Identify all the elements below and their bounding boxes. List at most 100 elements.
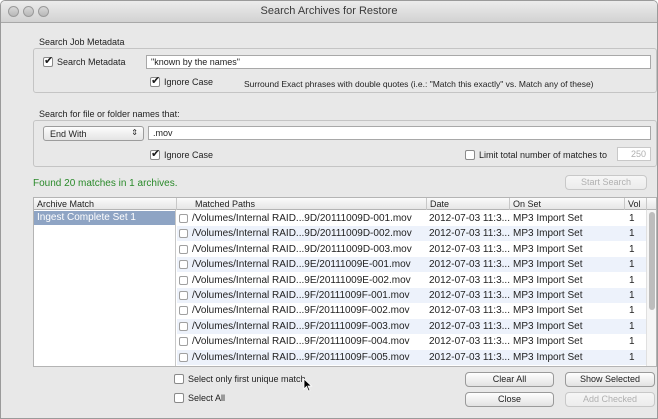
file-name-search-input[interactable]: .mov bbox=[148, 126, 651, 140]
vol-cell: 1 bbox=[629, 305, 635, 317]
start-search-button[interactable]: Start Search bbox=[565, 175, 647, 190]
table-row[interactable]: /Volumes/Internal RAID...9F/20111009F-00… bbox=[177, 288, 647, 303]
table-row[interactable]: /Volumes/Internal RAID...9F/20111009F-00… bbox=[177, 349, 647, 365]
row-checkbox[interactable] bbox=[179, 214, 188, 223]
filename-ignore-case-checkbox[interactable]: Ignore Case bbox=[150, 147, 213, 160]
row-checkbox[interactable] bbox=[179, 352, 188, 362]
checkbox-checked-icon bbox=[150, 147, 160, 160]
vol-cell: 1 bbox=[629, 274, 635, 286]
table-row[interactable]: /Volumes/Internal RAID...9F/20111009F-00… bbox=[177, 303, 647, 318]
first-unique-match-checkbox[interactable]: Select only first unique match bbox=[174, 374, 306, 384]
vol-column-header[interactable]: Vol bbox=[625, 198, 647, 210]
row-checkbox[interactable] bbox=[179, 306, 188, 316]
matched-paths-header-label: Matched Paths bbox=[195, 199, 256, 209]
limit-count-input[interactable]: 250 bbox=[617, 147, 651, 161]
vol-cell: 1 bbox=[629, 228, 635, 240]
results-table: Archive Match Matched Paths Date On Set … bbox=[33, 197, 657, 367]
vol-cell: 1 bbox=[629, 213, 635, 224]
on-set-cell: MP3 Import Set bbox=[513, 213, 583, 224]
updown-arrows-icon: ⇕ bbox=[131, 128, 138, 137]
row-checkbox[interactable] bbox=[179, 244, 188, 254]
archive-list-item-selected[interactable]: Ingest Complete Set 1 bbox=[34, 211, 175, 225]
file-names-group: End With ⇕ .mov Ignore Case Limit total … bbox=[33, 120, 657, 167]
date-cell: 2012-07-03 11:3... bbox=[429, 274, 510, 286]
matched-path-cell: /Volumes/Internal RAID...9E/20111009E-00… bbox=[192, 274, 411, 286]
vol-cell: 1 bbox=[629, 351, 635, 363]
archive-match-list: Ingest Complete Set 1 bbox=[34, 210, 176, 366]
match-count-status: Found 20 matches in 1 archives. bbox=[33, 178, 178, 189]
clear-all-button[interactable]: Clear All bbox=[465, 372, 554, 387]
row-checkbox[interactable] bbox=[179, 291, 188, 300]
mouse-pointer-icon bbox=[303, 378, 313, 392]
matched-paths-column-header[interactable]: Matched Paths bbox=[177, 198, 427, 210]
match-mode-value: End With bbox=[50, 129, 87, 139]
vertical-scrollbar[interactable] bbox=[646, 210, 656, 366]
row-checkbox[interactable] bbox=[179, 321, 188, 331]
first-unique-match-label: Select only first unique match bbox=[188, 374, 306, 384]
metadata-ignore-case-checkbox[interactable]: Ignore Case bbox=[150, 74, 214, 87]
table-row[interactable]: /Volumes/Internal RAID...9E/20111009E-00… bbox=[177, 257, 647, 273]
date-cell: 2012-07-03 11:3... bbox=[429, 259, 510, 271]
match-mode-select[interactable]: End With ⇕ bbox=[43, 126, 144, 141]
metadata-ignore-case-label: Ignore Case bbox=[164, 77, 214, 87]
vol-cell: 1 bbox=[629, 336, 635, 348]
select-all-checkbox[interactable]: Select All bbox=[174, 393, 225, 403]
search-metadata-label: Search Metadata bbox=[57, 57, 126, 67]
date-cell: 2012-07-03 11:3... bbox=[429, 228, 510, 240]
job-metadata-section-label: Search Job Metadata bbox=[39, 37, 125, 47]
row-checkbox[interactable] bbox=[179, 260, 188, 270]
on-set-cell: MP3 Import Set bbox=[513, 290, 583, 301]
row-checkbox[interactable] bbox=[179, 275, 188, 285]
matched-path-cell: /Volumes/Internal RAID...9D/20111009D-00… bbox=[192, 243, 412, 255]
on-set-cell: MP3 Import Set bbox=[513, 320, 583, 332]
window-title: Search Archives for Restore bbox=[260, 5, 398, 17]
matched-path-cell: /Volumes/Internal RAID...9F/20111009F-00… bbox=[192, 351, 410, 363]
table-row[interactable]: /Volumes/Internal RAID...9D/20111009D-00… bbox=[177, 242, 647, 257]
search-metadata-checkbox[interactable]: Search Metadata bbox=[43, 54, 126, 67]
vol-cell: 1 bbox=[629, 290, 635, 301]
search-archives-window: Search Archives for Restore Search Job M… bbox=[0, 0, 658, 419]
table-header: Archive Match Matched Paths Date On Set … bbox=[34, 198, 656, 210]
table-row[interactable]: /Volumes/Internal RAID...9E/20111009E-00… bbox=[177, 273, 647, 288]
on-set-cell: MP3 Import Set bbox=[513, 305, 583, 317]
on-set-cell: MP3 Import Set bbox=[513, 336, 583, 348]
row-checkbox[interactable] bbox=[179, 337, 188, 347]
matched-path-cell: /Volumes/Internal RAID...9F/20111009F-00… bbox=[192, 290, 410, 301]
show-selected-button[interactable]: Show Selected bbox=[565, 372, 655, 387]
checkbox-unchecked-icon bbox=[174, 393, 184, 403]
archive-match-column-header[interactable]: Archive Match bbox=[34, 198, 177, 210]
checkbox-checked-icon bbox=[150, 74, 160, 87]
table-row[interactable]: /Volumes/Internal RAID...9D/20111009D-00… bbox=[177, 211, 647, 226]
limit-matches-label: Limit total number of matches to bbox=[479, 150, 608, 160]
matched-path-cell: /Volumes/Internal RAID...9F/20111009F-00… bbox=[192, 320, 410, 332]
matched-path-cell: /Volumes/Internal RAID...9D/20111009D-00… bbox=[192, 213, 412, 224]
table-row[interactable]: /Volumes/Internal RAID...9F/20111009F-00… bbox=[177, 334, 647, 349]
title-bar: Search Archives for Restore bbox=[1, 1, 657, 23]
on-set-column-header[interactable]: On Set bbox=[510, 198, 625, 210]
matched-path-cell: /Volumes/Internal RAID...9F/20111009F-00… bbox=[192, 305, 410, 317]
checkbox-unchecked-icon bbox=[465, 150, 475, 160]
metadata-search-input[interactable]: "known by the names" bbox=[146, 55, 651, 69]
row-checkbox[interactable] bbox=[179, 229, 188, 239]
matched-path-cell: /Volumes/Internal RAID...9F/20111009F-00… bbox=[192, 336, 410, 348]
close-button[interactable]: Close bbox=[465, 392, 554, 407]
matched-path-cell: /Volumes/Internal RAID...9D/20111009D-00… bbox=[192, 228, 412, 240]
vol-cell: 1 bbox=[629, 243, 635, 255]
matched-path-cell: /Volumes/Internal RAID...9E/20111009E-00… bbox=[192, 259, 411, 271]
checkbox-checked-icon bbox=[43, 54, 53, 67]
date-cell: 2012-07-03 11:3... bbox=[429, 243, 510, 255]
exact-phrase-hint: Surround Exact phrases with double quote… bbox=[244, 79, 594, 89]
on-set-cell: MP3 Import Set bbox=[513, 243, 583, 255]
date-column-header[interactable]: Date bbox=[427, 198, 510, 210]
file-names-section-label: Search for file or folder names that: bbox=[39, 109, 180, 119]
on-set-cell: MP3 Import Set bbox=[513, 274, 583, 286]
on-set-cell: MP3 Import Set bbox=[513, 228, 583, 240]
add-checked-button[interactable]: Add Checked bbox=[565, 392, 655, 407]
scrollbar-thumb[interactable] bbox=[649, 212, 655, 310]
date-cell: 2012-07-03 11:3... bbox=[429, 290, 510, 301]
table-row[interactable]: /Volumes/Internal RAID...9F/20111009F-00… bbox=[177, 318, 647, 334]
on-set-cell: MP3 Import Set bbox=[513, 259, 583, 271]
date-cell: 2012-07-03 11:3... bbox=[429, 213, 510, 224]
table-row[interactable]: /Volumes/Internal RAID...9D/20111009D-00… bbox=[177, 226, 647, 242]
limit-matches-checkbox[interactable]: Limit total number of matches to bbox=[465, 150, 607, 160]
